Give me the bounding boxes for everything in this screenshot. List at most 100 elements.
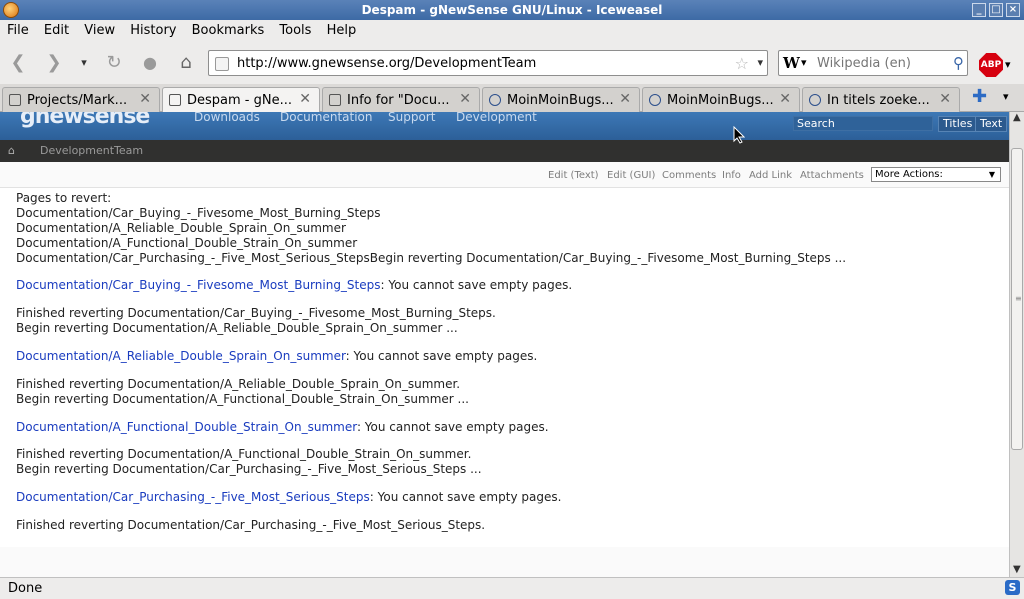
search-input[interactable] [817,54,945,72]
status-addon-icon[interactable]: S [1005,580,1020,595]
revert-error-line: Documentation/A_Reliable_Double_Sprain_O… [16,349,537,363]
tab-label: In titels zoeke... [827,93,930,108]
revert-page-item: Documentation/Car_Buying_-_Fivesome_Most… [16,206,381,220]
wikipedia-icon[interactable]: W [783,54,800,72]
pages-to-revert-heading: Pages to revert: [16,191,112,205]
home-icon[interactable]: ⌂ [8,144,15,157]
tab-info[interactable]: Info for "Docu... ✕ [322,87,480,112]
page-link[interactable]: Documentation/A_Functional_Double_Strain… [16,420,357,434]
stop-icon[interactable]: ● [138,52,162,76]
tab-label: Despam - gNe... [187,93,292,108]
error-message: : You cannot save empty pages. [380,278,573,292]
breadcrumb-item[interactable]: DevelopmentTeam [40,144,143,157]
home-icon[interactable]: ⌂ [174,52,198,76]
tab-in-titels-zoeken[interactable]: In titels zoeke... ✕ [802,87,960,112]
close-tab-icon[interactable]: ✕ [779,91,791,107]
site-search-input[interactable]: Search [793,116,933,131]
nav-support[interactable]: Support [388,112,435,124]
maximize-button[interactable]: □ [989,3,1003,17]
more-actions-label: More Actions: [875,169,943,180]
finished-line: Finished reverting Documentation/Car_Buy… [16,306,496,320]
titles-button[interactable]: Titles [938,116,978,132]
reload-icon[interactable]: ↻ [102,52,126,76]
tab-moinmoin-bugs-2[interactable]: MoinMoinBugs... ✕ [642,87,800,112]
moinmoin-icon [489,94,501,106]
vertical-scrollbar[interactable]: ▲ ≡ ▼ [1009,112,1024,577]
nav-downloads[interactable]: Downloads [194,112,260,124]
mouse-cursor-icon [733,126,745,144]
page-icon [9,94,21,106]
status-text: Done [8,581,43,596]
menu-view[interactable]: View [80,20,119,38]
close-tab-icon[interactable]: ✕ [299,91,311,107]
page-link[interactable]: Documentation/Car_Purchasing_-_Five_Most… [16,490,370,504]
page-link[interactable]: Documentation/Car_Buying_-_Fivesome_Most… [16,278,381,292]
text-button[interactable]: Text [975,116,1008,132]
chevron-down-icon: ▼ [988,170,995,179]
more-actions-select[interactable]: More Actions: ▼ [871,167,1001,182]
menu-bookmarks[interactable]: Bookmarks [188,20,269,38]
menu-help[interactable]: Help [323,20,361,38]
moinmoin-icon [809,94,821,106]
close-tab-icon[interactable]: ✕ [139,91,151,107]
error-message: : You cannot save empty pages. [356,420,549,434]
navigation-toolbar: ❮ ❯ ▾ ↻ ● ⌂ ☆ ▾ W ▾ ⚲ ABP ▾ [0,42,1024,84]
search-bar[interactable]: W ▾ ⚲ [778,50,968,76]
comments-link[interactable]: Comments [662,170,716,181]
bookmark-star-icon[interactable]: ☆ [735,54,749,73]
url-input[interactable] [237,54,717,72]
close-tab-icon[interactable]: ✕ [459,91,471,107]
list-all-tabs-icon[interactable]: ▾ [1003,90,1009,103]
page-link[interactable]: Documentation/A_Reliable_Double_Sprain_O… [16,349,346,363]
adblock-dropdown-icon[interactable]: ▾ [1005,58,1011,71]
close-tab-icon[interactable]: ✕ [619,91,631,107]
add-link-link[interactable]: Add Link [749,170,792,181]
revert-error-line: Documentation/Car_Purchasing_-_Five_Most… [16,490,561,504]
search-icon[interactable]: ⚲ [953,54,964,72]
page-icon [329,94,341,106]
page-footer-area [0,547,1009,577]
error-message: : You cannot save empty pages. [345,349,538,363]
tab-projects[interactable]: Projects/Mark... ✕ [2,87,160,112]
revert-error-line: Documentation/Car_Buying_-_Fivesome_Most… [16,278,572,292]
menu-file[interactable]: File [3,20,33,38]
edit-text-link[interactable]: Edit (Text) [548,170,599,181]
tab-label: Info for "Docu... [347,93,450,108]
revert-page-item: Documentation/A_Reliable_Double_Sprain_O… [16,221,346,235]
forward-icon[interactable]: ❯ [42,52,66,76]
scroll-up-icon[interactable]: ▲ [1013,112,1021,123]
menu-tools[interactable]: Tools [275,20,315,38]
url-bar[interactable]: ☆ ▾ [208,50,768,76]
tab-despam[interactable]: Despam - gNe... ✕ [162,87,320,113]
menu-history[interactable]: History [126,20,180,38]
nav-documentation[interactable]: Documentation [280,112,373,124]
attachments-link[interactable]: Attachments [800,170,864,181]
moinmoin-icon [649,94,661,106]
menu-edit[interactable]: Edit [40,20,73,38]
revert-page-item: Documentation/Car_Purchasing_-_Five_Most… [16,251,847,265]
breadcrumb: ⌂ DevelopmentTeam [0,140,1009,162]
tab-moinmoin-bugs-1[interactable]: MoinMoinBugs... ✕ [482,87,640,112]
page-viewport: gnewsense Downloads Documentation Suppor… [0,112,1009,577]
info-link[interactable]: Info [722,170,741,181]
adblock-plus-icon[interactable]: ABP [979,53,1003,77]
finished-line: Finished reverting Documentation/A_Relia… [16,377,461,391]
close-window-button[interactable]: × [1006,3,1020,17]
scroll-down-icon[interactable]: ▼ [1013,564,1021,575]
nav-development[interactable]: Development [456,112,537,124]
finished-line: Finished reverting Documentation/Car_Pur… [16,518,486,532]
menu-bar: File Edit View History Bookmarks Tools H… [0,20,1024,42]
site-header: gnewsense Downloads Documentation Suppor… [0,112,1009,140]
close-tab-icon[interactable]: ✕ [939,91,951,107]
scrollbar-thumb[interactable]: ≡ [1011,148,1023,450]
minimize-button[interactable]: _ [972,3,986,17]
back-icon[interactable]: ❮ [6,52,30,76]
site-favicon-icon [215,57,229,71]
new-tab-icon[interactable]: ✚ [972,86,987,107]
url-dropdown-icon[interactable]: ▾ [757,56,763,69]
begin-line: Begin reverting Documentation/A_Function… [16,392,469,406]
history-dropdown-icon[interactable]: ▾ [72,52,96,76]
search-engine-dropdown-icon[interactable]: ▾ [801,56,807,69]
site-logo[interactable]: gnewsense [20,112,150,129]
edit-gui-link[interactable]: Edit (GUI) [607,170,655,181]
